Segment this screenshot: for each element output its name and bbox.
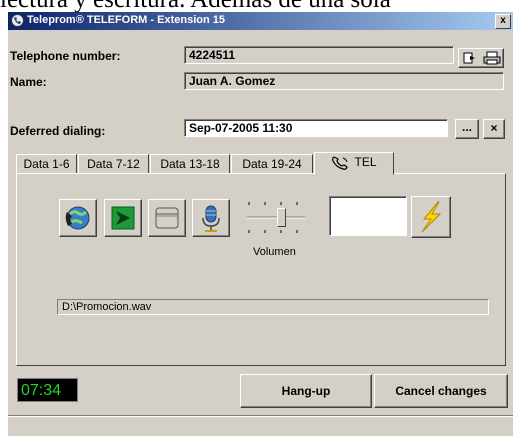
close-button[interactable]: x [495,14,511,29]
printer-icon[interactable] [483,51,501,65]
deferred-dialing-field[interactable]: Sep-07-2005 11:30 [184,119,448,137]
page-export-icon[interactable] [463,52,477,64]
window-title: Teleprom® TELEFORM - Extension 15 [27,14,225,26]
volume-slider[interactable] [245,196,309,242]
teleform-window: Teleprom® TELEFORM - Extension 15 x Tele… [8,12,513,436]
tab-data-19-24[interactable]: Data 19-24 [231,154,313,174]
window-view-button[interactable] [148,199,186,237]
internet-call-button[interactable] [59,199,97,237]
volume-slider-thumb[interactable] [277,208,286,227]
tab-data-1-6[interactable]: Data 1-6 [16,154,77,174]
title-bar[interactable]: Teleprom® TELEFORM - Extension 15 x [8,12,513,30]
globe-phone-icon [65,206,90,230]
tab-data-13-18[interactable]: Data 13-18 [150,154,230,174]
number-input[interactable] [329,196,407,236]
audio-file-field[interactable]: D:\Promocion.wav [57,299,489,315]
clear-icon: × [490,121,498,135]
footer-bar: 07:34 Hang-up Cancel changes [8,374,513,410]
window-frame-icon [155,207,179,229]
tab-data-7-12[interactable]: Data 7-12 [78,154,149,174]
tab-label: Data 7-12 [87,157,140,171]
green-arrow-icon [111,206,135,230]
app-icon [11,14,24,27]
date-picker-button[interactable]: ... [455,119,479,139]
cancel-changes-button[interactable]: Cancel changes [374,374,508,408]
tab-label: Data 19-24 [242,157,302,171]
tab-label: TEL [354,155,377,169]
volume-label: Volumen [253,246,296,258]
deferred-dialing-label: Deferred dialing: [10,124,106,138]
telephone-label: Telephone number: [10,49,121,63]
close-icon: x [500,15,506,26]
tab-label: Data 1-6 [23,157,70,171]
clear-date-button[interactable]: × [483,119,505,139]
dial-button[interactable] [411,196,451,238]
tab-label: Data 13-18 [160,157,220,171]
phone-actions-button-group [458,48,504,68]
call-timer: 07:34 [17,378,78,402]
send-play-button[interactable] [104,199,142,237]
status-bar [8,415,513,436]
telephone-handset-icon [331,155,351,171]
telephone-field[interactable]: 4224511 [184,46,454,64]
tel-panel: Volumen D:\Promocion.wav [16,173,506,366]
microphone-icon [202,205,220,232]
lightning-icon [421,201,442,233]
name-label: Name: [10,75,47,89]
record-button[interactable] [192,199,230,237]
tab-tel[interactable]: TEL [314,152,394,175]
hangup-button[interactable]: Hang-up [240,374,372,408]
name-field[interactable]: Juan A. Gomez [184,72,504,90]
